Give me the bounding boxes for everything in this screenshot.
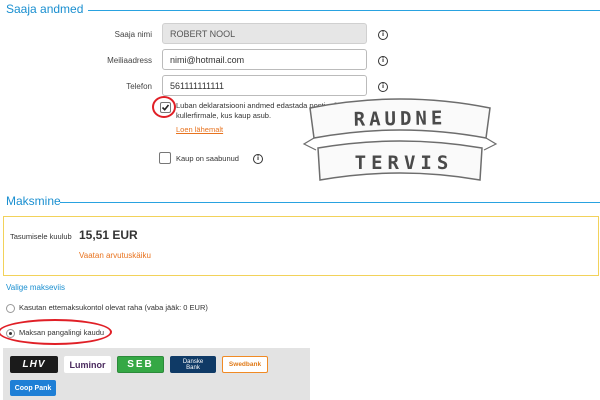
name-label: Saaja nimi: [114, 30, 152, 39]
bank-name: Swedbank: [228, 361, 262, 368]
bank-name: Coop Pank: [14, 384, 52, 392]
bank-name: SEB: [127, 359, 154, 370]
arrived-checkbox[interactable]: [159, 152, 171, 164]
arrived-label: Kaup on saabunud: [176, 154, 239, 163]
total-amount: 15,51 EUR: [79, 228, 138, 242]
watermark-line2: TERVIS: [354, 152, 454, 174]
watermark-line1: RAUDNE: [353, 107, 447, 131]
section-divider: [60, 202, 600, 203]
prepaid-radio[interactable]: [6, 304, 15, 313]
info-icon[interactable]: i: [378, 82, 388, 92]
calculation-link[interactable]: Vaatan arvutuskäiku: [79, 251, 151, 260]
info-icon[interactable]: i: [253, 154, 263, 164]
recipient-name-field[interactable]: ROBERT NOOL: [162, 23, 367, 44]
info-icon[interactable]: i: [378, 56, 388, 66]
prepaid-option-label: Kasutan ettemaksukontol olevat raha (vab…: [19, 303, 208, 312]
bank-button-danske[interactable]: Danske Bank: [170, 356, 216, 373]
email-field[interactable]: nimi@hotmail.com: [162, 49, 367, 70]
phone-label: Telefon: [126, 82, 152, 91]
bank-name: LHV: [22, 359, 46, 370]
total-label: Tasumisele kuulub: [10, 232, 72, 241]
payment-method-title: Valige makseviis: [6, 283, 65, 292]
section-divider: [88, 10, 600, 11]
bank-button-luminor[interactable]: Luminor: [64, 356, 111, 373]
bank-button-lhv[interactable]: LHV: [10, 356, 58, 373]
bank-name: Luminor: [69, 359, 106, 370]
bank-button-swedbank[interactable]: Swedbank: [222, 356, 268, 373]
annotation-circle: [152, 96, 176, 118]
payment-summary-box: [3, 216, 599, 276]
recipient-section-title: Saaja andmed: [6, 2, 84, 16]
bank-button-coop[interactable]: Coop Pank: [10, 380, 56, 396]
email-label: Meiliaadress: [107, 56, 152, 65]
bank-name: Danske Bank: [182, 358, 204, 371]
read-more-link[interactable]: Loen lähemalt: [176, 125, 223, 134]
info-icon[interactable]: i: [378, 30, 388, 40]
bank-button-seb[interactable]: SEB: [117, 356, 164, 373]
annotation-circle: [0, 319, 112, 345]
payment-section-title: Maksmine: [6, 194, 61, 208]
